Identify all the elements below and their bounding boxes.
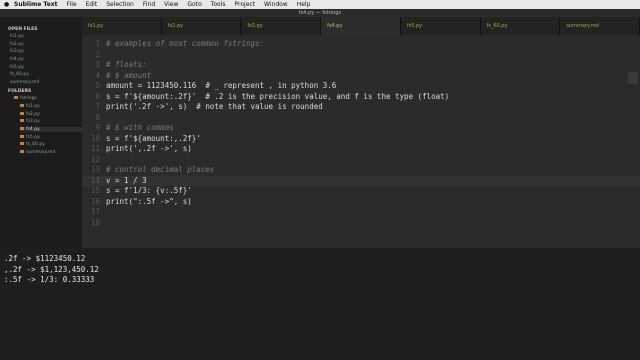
line-number: 1 — [95, 39, 100, 48]
line-number: 9 — [95, 123, 100, 132]
menu-help[interactable]: Help — [297, 1, 311, 8]
folder-file-item[interactable]: summary.md — [20, 149, 82, 155]
code-line: # floats: — [106, 60, 147, 69]
code-line: # examples of most common fstrings: — [106, 39, 265, 48]
tab-fs3[interactable]: fs3.py — [241, 17, 322, 35]
output-line: .2f -> $1123450.12 — [4, 254, 86, 263]
open-file-item[interactable]: fs4.py — [10, 57, 82, 62]
code-line: s = f'1/3: {v:.5f}' — [106, 186, 192, 195]
file-label: fs1.py — [26, 103, 40, 109]
output-line: ,.2f -> $1,123,450.12 — [4, 264, 99, 274]
file-icon — [20, 119, 24, 123]
folder-icon — [14, 96, 18, 100]
code-line: # $ amount — [106, 70, 152, 80]
line-number: 18 — [90, 217, 100, 227]
folder-label: fstrings — [20, 96, 37, 102]
tab-fs2[interactable]: fs2.py — [161, 17, 242, 35]
code-line: amount = 1123450.116 # _ represent , in … — [106, 81, 337, 90]
folders-header: FOLDERS — [8, 89, 32, 95]
code-line: s = f'${amount:,.2f}' — [106, 133, 201, 143]
line-number: 7 — [95, 102, 100, 111]
menu-find[interactable]: Find — [143, 1, 155, 8]
file-icon — [20, 126, 24, 130]
folder-item[interactable]: fstrings — [14, 96, 82, 101]
tab-fs5[interactable]: fs5.py — [400, 17, 481, 35]
file-label: summary.md — [26, 149, 56, 155]
menu-goto[interactable]: Goto — [187, 1, 201, 8]
menu-file[interactable]: File — [67, 1, 77, 8]
file-icon — [20, 142, 24, 146]
file-label: fs2.py — [26, 111, 40, 117]
file-icon — [20, 149, 24, 153]
menu-edit[interactable]: Edit — [86, 1, 98, 8]
file-label: fs4.py — [26, 126, 40, 132]
tab-fs60[interactable]: fs_60.py — [480, 17, 561, 35]
line-number: 3 — [95, 60, 100, 69]
menu-tools[interactable]: Tools — [211, 1, 226, 8]
line-number: 14 — [90, 175, 100, 185]
file-icon — [20, 103, 24, 107]
menu-window[interactable]: Window — [264, 1, 288, 8]
line-number: 13 — [90, 165, 100, 174]
code-editor[interactable]: 1 2 3 4 5 6 7 8 9 10 11 12 13 14 15 16 17 18 # examples o… — [82, 35, 640, 248]
line-number: 5 — [95, 81, 100, 90]
folder-file-item[interactable]: fs4.py — [20, 126, 82, 132]
tab-bar: fs1.py fs2.py fs3.py fs4.py fs5.py fs_60… — [82, 17, 640, 35]
file-label: fs5.py — [26, 134, 40, 140]
window-title: fs4.py — fstrings — [0, 9, 640, 17]
folder-file-item[interactable]: fs2.py — [20, 111, 82, 117]
line-number: 2 — [95, 49, 100, 59]
line-number: 16 — [90, 196, 100, 206]
build-output-panel: .2f -> $1123450.12 ,.2f -> $1,123,450.12… — [0, 248, 640, 360]
open-file-item[interactable]: fs1.py — [10, 34, 82, 39]
code-line: print('.2f ->', s) # note that value is … — [106, 102, 323, 111]
code-line: # $ with commas — [106, 123, 174, 132]
folder-file-item[interactable]: fs_60.py — [20, 142, 82, 147]
file-label: fs_60.py — [26, 142, 45, 148]
folder-file-item[interactable]: fs5.py — [20, 134, 82, 140]
open-file-item[interactable]: fs2.py — [10, 42, 82, 47]
menu-bar: ● Sublime Text File Edit Selection Find … — [0, 0, 640, 9]
line-number: 6 — [95, 91, 100, 101]
tab-fs4[interactable]: fs4.py — [321, 17, 401, 35]
apple-icon[interactable]: ● — [4, 1, 9, 8]
sidebar: OPEN FILES fs1.py fs2.py fs3.py fs4.py f… — [0, 17, 82, 248]
open-file-item[interactable]: fs_60.py — [10, 72, 82, 77]
code-line: print(',.2f ->', s) — [106, 144, 192, 153]
menu-app[interactable]: Sublime Text — [14, 1, 58, 8]
folder-file-item[interactable]: fs1.py — [20, 103, 82, 109]
tab-fs1[interactable]: fs1.py — [82, 17, 162, 35]
file-icon — [20, 134, 24, 138]
line-number: 11 — [90, 144, 100, 153]
menu-project[interactable]: Project — [235, 1, 256, 8]
line-number: 15 — [90, 186, 100, 195]
line-number: 12 — [90, 154, 100, 164]
open-files-header: OPEN FILES — [8, 27, 38, 32]
open-file-item[interactable]: fs5.py — [10, 65, 82, 70]
open-file-item[interactable]: fs3.py — [10, 49, 82, 54]
code-line: s = f'${amount:.2f}' # .2 is the precisi… — [106, 91, 450, 101]
code-line: print(":.5f ->", s) — [106, 196, 192, 206]
minimap-scroll[interactable] — [628, 72, 638, 84]
menu-selection[interactable]: Selection — [106, 1, 134, 8]
tab-summary[interactable]: summary.md — [560, 17, 640, 35]
current-line-highlight — [82, 175, 640, 186]
code-line: v = 1 / 3 — [106, 175, 147, 185]
file-label: fs3.py — [26, 119, 40, 125]
folder-file-item[interactable]: fs3.py — [20, 119, 82, 124]
line-number: 4 — [95, 70, 100, 80]
line-number: 8 — [95, 112, 100, 122]
line-number: 17 — [90, 207, 100, 216]
code-line: # control decimal places — [106, 165, 215, 174]
line-number: 10 — [90, 133, 100, 143]
open-file-item[interactable]: summary.md — [10, 80, 82, 85]
output-line: :.5f -> 1/3: 0.33333 — [4, 275, 95, 284]
menu-view[interactable]: View — [164, 1, 178, 8]
file-icon — [20, 111, 24, 115]
